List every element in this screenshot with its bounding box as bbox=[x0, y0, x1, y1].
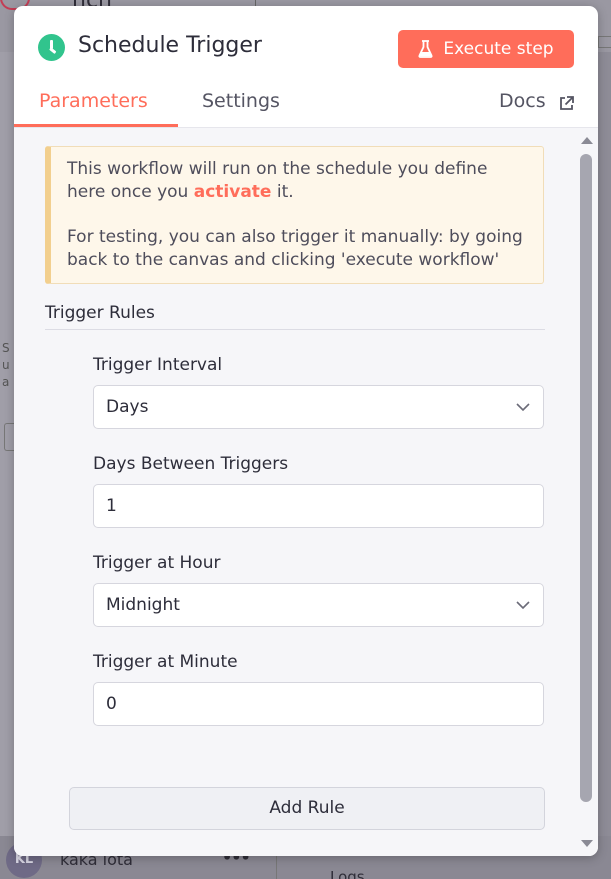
trigger-minute-label: Trigger at Minute bbox=[93, 652, 238, 672]
days-between-input[interactable]: 1 bbox=[93, 484, 544, 528]
scroll-down-arrow-icon[interactable] bbox=[580, 839, 594, 849]
scrollbar-thumb[interactable] bbox=[580, 154, 592, 802]
trigger-interval-label: Trigger Interval bbox=[93, 355, 223, 375]
days-between-label: Days Between Triggers bbox=[93, 454, 289, 474]
trigger-interval-select[interactable]: Days bbox=[93, 385, 544, 429]
flask-icon bbox=[418, 40, 433, 58]
tab-bar: Parameters Settings Docs bbox=[14, 90, 598, 128]
background-logs-label: Logs bbox=[330, 868, 365, 879]
section-divider bbox=[45, 329, 545, 330]
node-details-modal: Schedule Trigger Execute step Parameters… bbox=[14, 6, 598, 856]
background-button bbox=[598, 36, 611, 48]
background-left-text: S u a bbox=[2, 341, 10, 389]
background-left-panel bbox=[0, 52, 14, 879]
tab-parameters[interactable]: Parameters bbox=[39, 90, 148, 112]
trigger-hour-label: Trigger at Hour bbox=[93, 553, 221, 573]
chevron-down-icon bbox=[516, 601, 530, 610]
external-link-icon[interactable] bbox=[558, 95, 575, 112]
scroll-up-arrow-icon[interactable] bbox=[580, 135, 594, 145]
node-title[interactable]: Schedule Trigger bbox=[78, 33, 262, 58]
trigger-minute-input[interactable]: 0 bbox=[93, 682, 544, 726]
execute-step-button[interactable]: Execute step bbox=[398, 30, 574, 68]
chevron-down-icon bbox=[516, 403, 530, 412]
docs-link[interactable]: Docs bbox=[499, 90, 546, 112]
clock-icon bbox=[38, 34, 65, 61]
tab-settings[interactable]: Settings bbox=[202, 90, 280, 112]
activate-link[interactable]: activate bbox=[194, 182, 272, 202]
schedule-notice: This workflow will run on the schedule y… bbox=[45, 146, 544, 284]
add-rule-button[interactable]: Add Rule bbox=[69, 787, 545, 830]
execute-step-label: Execute step bbox=[443, 39, 554, 59]
trigger-hour-select[interactable]: Midnight bbox=[93, 583, 544, 627]
section-title: Trigger Rules bbox=[45, 303, 155, 323]
